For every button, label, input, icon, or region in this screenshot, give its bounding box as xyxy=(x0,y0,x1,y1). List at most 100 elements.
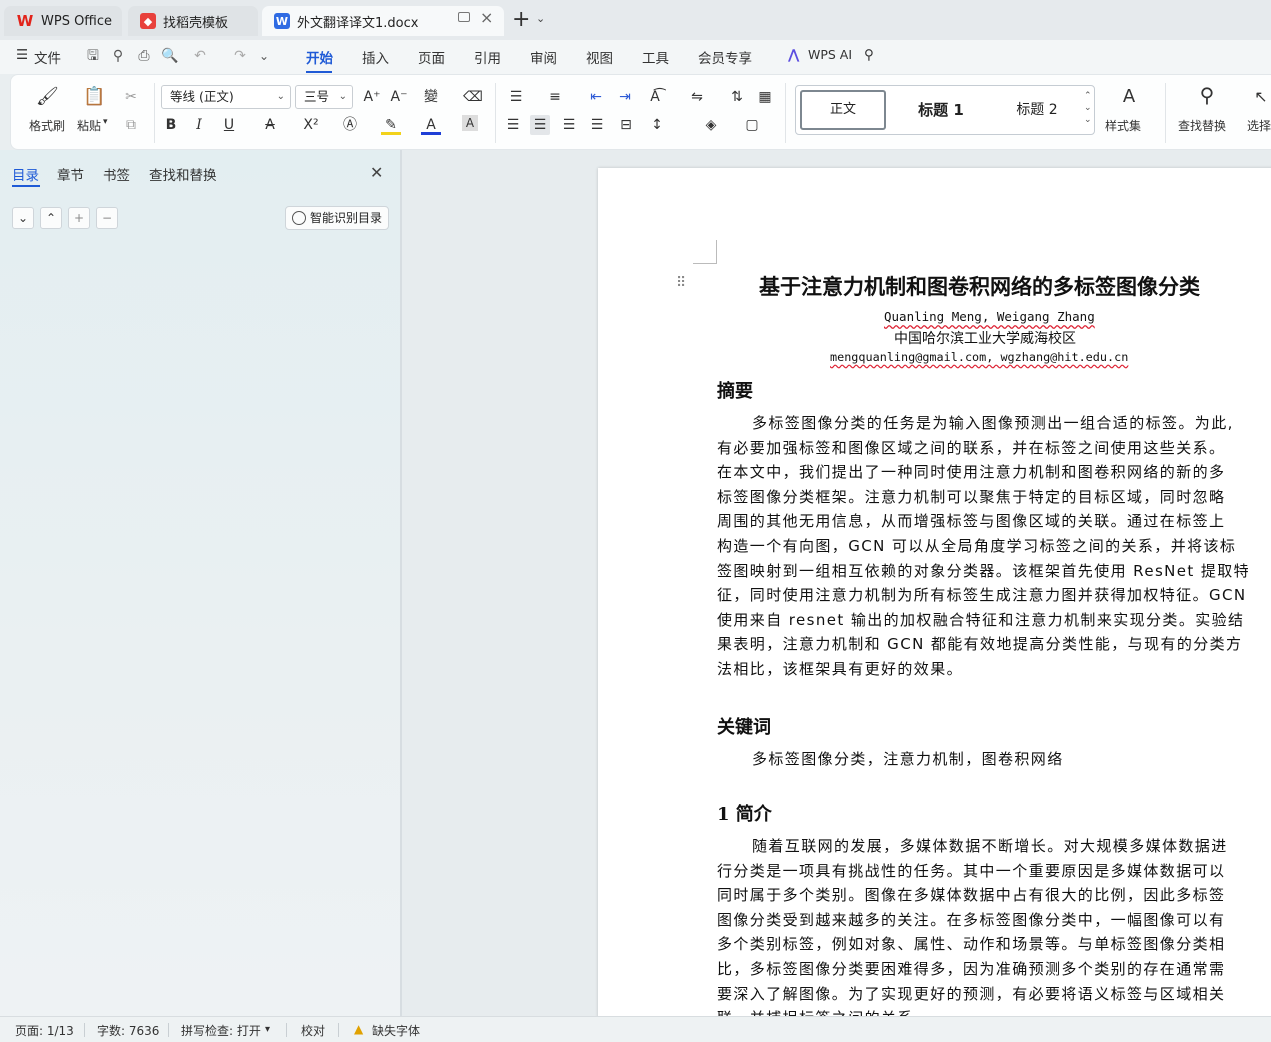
decrease-indent-icon[interactable]: ⇤ xyxy=(586,87,606,107)
style-label: 标题 2 xyxy=(1016,102,1058,118)
highlight-icon[interactable]: ✎ xyxy=(381,115,401,135)
style-scroll-icon[interactable]: ⌃ ⌄ ⌄ xyxy=(1084,90,1092,126)
ribbon-toolbar: 🖌 格式刷 📋 粘贴 ▾ ✂ ⧉ 等线 (正文) ⌄ 三号 ⌄ A⁺ A⁻ 變 … xyxy=(10,74,1271,150)
phonetic-icon[interactable]: 變 xyxy=(421,87,441,107)
font-color-icon[interactable]: A xyxy=(421,115,441,135)
close-tab-icon[interactable]: × xyxy=(480,8,493,27)
shrink-font-icon[interactable]: A⁻ xyxy=(389,87,409,107)
chevron-down-icon[interactable]: ▾ xyxy=(103,117,108,127)
tab-find-replace[interactable]: 查找和替换 xyxy=(149,164,217,184)
wps-ai-icon[interactable]: ⋀ xyxy=(788,47,799,63)
grow-font-icon[interactable]: A⁺ xyxy=(362,87,382,107)
drag-handle-icon[interactable]: ⠿ xyxy=(676,275,686,291)
menu-view[interactable]: 视图 xyxy=(586,47,613,67)
format-painter-button[interactable]: 格式刷 xyxy=(29,117,65,134)
copy-icon[interactable]: ⧉ xyxy=(121,115,141,135)
paste-button[interactable]: 粘贴 xyxy=(77,117,101,134)
print-preview-icon[interactable]: 🔍 xyxy=(160,46,180,66)
paste-icon[interactable]: 📋 xyxy=(83,87,105,107)
char-shading-icon[interactable]: A xyxy=(462,115,478,131)
sort-icon[interactable]: ⇅ xyxy=(727,87,747,107)
select-cursor-icon[interactable]: ↖ xyxy=(1251,87,1271,107)
search-icon[interactable]: ⚲ xyxy=(1197,85,1217,105)
find-replace-button[interactable]: 查找替换 xyxy=(1178,117,1226,134)
border-icon[interactable]: ▢ xyxy=(742,115,762,135)
style-set-icon[interactable]: A xyxy=(1119,87,1139,107)
bullet-list-icon[interactable]: ☰ xyxy=(506,87,526,107)
document-canvas[interactable]: ⠿ 基于注意力机制和图卷积网络的多标签图像分类 Quanling Meng, W… xyxy=(402,150,1271,1042)
cut-icon[interactable]: ✂ xyxy=(121,87,141,107)
menu-home[interactable]: 开始 xyxy=(306,47,333,67)
style-normal[interactable]: 正文 xyxy=(800,90,886,130)
word-count[interactable]: 字数: 7636 xyxy=(97,1022,159,1039)
italic-icon[interactable]: I xyxy=(189,115,209,135)
menu-review[interactable]: 审阅 xyxy=(530,47,557,67)
chevron-down-icon[interactable]: ▾ xyxy=(265,1024,270,1035)
close-icon[interactable]: ✕ xyxy=(370,163,383,182)
align-right-icon[interactable]: ☰ xyxy=(559,115,579,135)
undo-icon[interactable]: ↶ xyxy=(190,46,210,66)
font-size-value: 三号 xyxy=(304,89,330,104)
format-painter-icon[interactable]: 🖌 xyxy=(36,87,59,107)
tab-document[interactable]: W 外文翻译译文1.docx × xyxy=(262,6,504,36)
page-indicator[interactable]: 页面: 1/13 xyxy=(15,1022,74,1039)
numbered-list-icon[interactable]: ≡ xyxy=(545,87,565,107)
tab-toc[interactable]: 目录 xyxy=(12,164,39,184)
underline-icon[interactable]: U xyxy=(219,115,239,135)
chinese-layout-icon[interactable]: A͡ xyxy=(645,87,665,107)
clear-format-icon[interactable]: ⌫ xyxy=(463,87,483,107)
spell-check-toggle[interactable]: 拼写检查: 打开 xyxy=(181,1022,261,1039)
missing-font-button[interactable]: 缺失字体 xyxy=(372,1022,420,1039)
tab-bookmarks[interactable]: 书签 xyxy=(103,164,130,184)
divider xyxy=(338,1023,339,1037)
smart-toc-button[interactable]: 智能识别目录 xyxy=(285,206,389,230)
print-icon[interactable]: ⎙ xyxy=(134,46,154,66)
show-marks-icon[interactable]: ▦ xyxy=(755,87,775,107)
window-restore-icon[interactable] xyxy=(458,12,470,22)
document-page[interactable]: ⠿ 基于注意力机制和图卷积网络的多标签图像分类 Quanling Meng, W… xyxy=(598,168,1271,1042)
text-direction-icon[interactable]: ⇋ xyxy=(687,87,707,107)
expand-down-button[interactable]: ⌄ xyxy=(12,207,34,229)
menu-page[interactable]: 页面 xyxy=(418,47,445,67)
add-level-button[interactable]: + xyxy=(68,207,90,229)
distribute-icon[interactable]: ⊟ xyxy=(616,115,636,135)
font-family-select[interactable]: 等线 (正文) ⌄ xyxy=(161,85,291,109)
increase-indent-icon[interactable]: ⇥ xyxy=(615,87,635,107)
shading-icon[interactable]: ◈ xyxy=(701,115,721,135)
menu-insert[interactable]: 插入 xyxy=(362,47,389,67)
save-icon[interactable]: 🖫 xyxy=(83,46,103,66)
paragraph-line: 在本文中，我们提出了一种同时使用注意力机制和图卷积网络的新的多 xyxy=(717,463,1226,482)
redo-icon[interactable]: ↷ xyxy=(230,46,250,66)
remove-level-button[interactable]: − xyxy=(96,207,118,229)
select-button[interactable]: 选择 xyxy=(1247,117,1271,134)
tab-chapters[interactable]: 章节 xyxy=(57,164,84,184)
menu-member[interactable]: 会员专享 xyxy=(698,47,752,67)
style-set-button[interactable]: 样式集 xyxy=(1105,117,1141,134)
menu-wps-ai[interactable]: WPS AI xyxy=(808,47,852,62)
collapse-up-button[interactable]: ⌃ xyxy=(40,207,62,229)
justify-icon[interactable]: ☰ xyxy=(587,115,607,135)
new-tab-icon[interactable]: + xyxy=(512,7,530,32)
style-heading-2[interactable]: 标题 2 xyxy=(992,90,1082,130)
font-size-select[interactable]: 三号 ⌄ xyxy=(295,85,353,109)
chevron-down-icon[interactable]: ⌄ xyxy=(536,12,545,25)
style-heading-1[interactable]: 标题 1 xyxy=(896,90,986,130)
tab-wps-office[interactable]: W WPS Office xyxy=(4,6,122,36)
line-spacing-icon[interactable]: ↕ xyxy=(647,115,667,135)
link-icon[interactable]: ⚲ xyxy=(108,46,128,66)
tab-docer-templates[interactable]: ◆ 找稻壳模板 xyxy=(128,6,258,36)
strikethrough-icon[interactable]: A xyxy=(260,115,280,135)
menu-file[interactable]: 文件 xyxy=(34,47,61,67)
align-left-icon[interactable]: ☰ xyxy=(503,115,523,135)
bold-icon[interactable]: B xyxy=(161,115,181,135)
menu-tools[interactable]: 工具 xyxy=(642,47,669,67)
superscript-icon[interactable]: X² xyxy=(301,115,321,135)
align-center-icon[interactable]: ☰ xyxy=(530,115,550,135)
hamburger-icon[interactable]: ☰ xyxy=(16,47,28,63)
abstract-heading: 摘要 xyxy=(717,381,753,402)
proofread-button[interactable]: 校对 xyxy=(301,1022,325,1039)
chevron-down-icon[interactable]: ⌄ xyxy=(254,46,274,66)
text-effect-icon[interactable]: Ⓐ xyxy=(340,115,360,135)
search-icon[interactable]: ⚲ xyxy=(864,47,874,63)
menu-references[interactable]: 引用 xyxy=(474,47,501,67)
